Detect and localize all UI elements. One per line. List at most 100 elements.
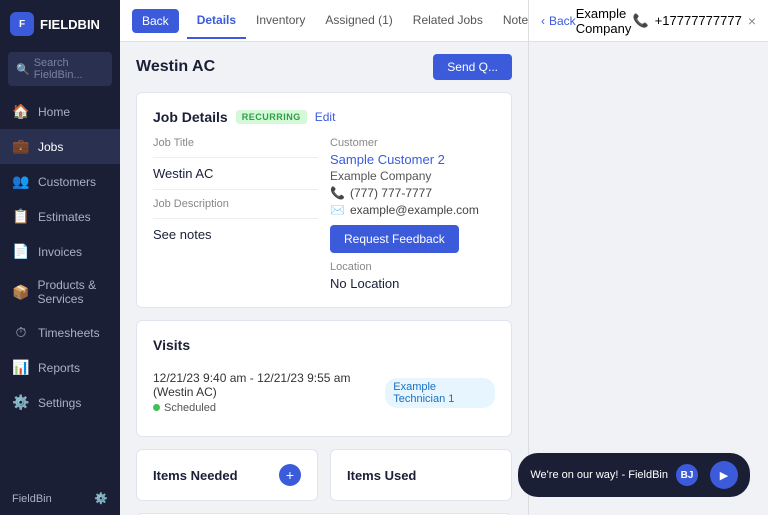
tab-inventory[interactable]: Inventory	[246, 3, 315, 39]
tab-related-jobs[interactable]: Related Jobs	[403, 3, 493, 39]
job-details-title: Job Details RECURRING Edit	[153, 109, 495, 125]
right-panel-close-button[interactable]: ×	[748, 13, 756, 29]
customer-label: Customer	[330, 137, 495, 149]
request-feedback-button[interactable]: Request Feedback	[330, 225, 459, 253]
items-used-card: Items Used	[330, 449, 512, 501]
right-panel-body	[529, 42, 768, 515]
sidebar: F FIELDBIN 🔍 Search FieldBin... 🏠 Home 💼…	[0, 0, 120, 515]
customer-name[interactable]: Sample Customer 2	[330, 152, 495, 167]
estimates-icon: 📋	[12, 208, 30, 225]
items-row: Items Needed + Items Used	[136, 449, 512, 501]
sidebar-item-label: Customers	[38, 175, 96, 189]
visit-row: 12/21/23 9:40 am - 12/21/23 9:55 am (Wes…	[153, 365, 495, 420]
edit-link[interactable]: Edit	[315, 110, 336, 124]
page-title: Westin AC	[136, 58, 215, 76]
search-icon: 🔍	[16, 63, 30, 76]
sidebar-item-label: Estimates	[38, 210, 91, 224]
sidebar-item-label: Timesheets	[38, 326, 100, 340]
items-needed-title: Items Needed	[153, 468, 238, 483]
back-label: Back	[549, 14, 576, 28]
search-bar[interactable]: 🔍 Search FieldBin...	[8, 52, 112, 86]
chevron-left-icon: ‹	[541, 14, 545, 28]
sidebar-item-customers[interactable]: 👥 Customers	[0, 164, 120, 199]
sidebar-item-settings[interactable]: ⚙️ Settings	[0, 385, 120, 420]
job-title-label: Job Title	[153, 137, 318, 149]
send-button[interactable]: Send Q...	[433, 54, 512, 80]
page-title-row: Westin AC Send Q...	[136, 54, 512, 80]
main-area: Back Details Inventory Assigned (1) Rela…	[120, 0, 528, 515]
customers-icon: 👥	[12, 173, 30, 190]
sidebar-item-label: Products & Services	[37, 278, 108, 306]
visits-title: Visits	[153, 337, 495, 353]
customer-phone: (777) 777-7777	[350, 186, 432, 200]
technician-badge: Example Technician 1	[385, 378, 495, 408]
tab-notes[interactable]: Notes (1)	[493, 3, 528, 39]
email-icon: ✉️	[330, 203, 345, 217]
chat-send-button[interactable]: ▶	[710, 461, 738, 489]
sidebar-item-label: Reports	[38, 361, 80, 375]
timesheets-icon: ⏱	[12, 324, 30, 341]
job-details-grid: Job Title Westin AC Job Description See …	[153, 137, 495, 291]
jobs-icon: 💼	[12, 138, 30, 155]
reports-icon: 📊	[12, 359, 30, 376]
back-button[interactable]: Back	[132, 9, 179, 33]
chat-label: We're on our way! - FieldBin	[530, 469, 668, 481]
job-details-card: Job Details RECURRING Edit Job Title Wes…	[136, 92, 512, 308]
visits-card: Visits 12/21/23 9:40 am - 12/21/23 9:55 …	[136, 320, 512, 437]
logo-text: FIELDBIN	[40, 17, 100, 32]
right-panel-center: Example Company	[576, 6, 633, 36]
tab-details[interactable]: Details	[187, 3, 246, 39]
search-placeholder: Search FieldBin...	[34, 57, 104, 81]
sidebar-item-label: Jobs	[38, 140, 63, 154]
visit-status: Scheduled	[153, 402, 216, 414]
visit-time: 12/21/23 9:40 am - 12/21/23 9:55 am (Wes…	[153, 371, 385, 399]
page-content: Westin AC Send Q... Job Details RECURRIN…	[120, 42, 528, 515]
logo-icon: F	[10, 12, 34, 36]
right-panel-phone-close: 📞 +17777777777 ×	[633, 13, 757, 29]
sidebar-item-home[interactable]: 🏠 Home	[0, 94, 120, 129]
sidebar-settings-icon[interactable]: ⚙️	[94, 492, 108, 505]
settings-icon: ⚙️	[12, 394, 30, 411]
job-title-section: Job Title Westin AC Job Description See …	[153, 137, 318, 291]
status-dot	[153, 404, 160, 411]
job-title-value: Westin AC	[153, 166, 318, 181]
sidebar-item-jobs[interactable]: 💼 Jobs	[0, 129, 120, 164]
location-label: Location	[330, 261, 495, 273]
customer-section: Customer Sample Customer 2 Example Compa…	[330, 137, 495, 291]
customer-phone-row: 📞 (777) 777-7777	[330, 186, 495, 200]
right-panel: ‹ Back Example Company 📞 +17777777777 ×	[528, 0, 768, 515]
logo: F FIELDBIN	[0, 0, 120, 48]
add-item-needed-button[interactable]: +	[279, 464, 301, 486]
items-used-title: Items Used	[347, 468, 416, 483]
customer-company: Example Company	[330, 169, 495, 183]
chat-avatar: BJ	[676, 464, 698, 486]
phone-icon: 📞	[330, 186, 345, 200]
items-needed-card: Items Needed +	[136, 449, 318, 501]
sidebar-item-products[interactable]: 📦 Products & Services	[0, 269, 120, 315]
sidebar-bottom-label: FieldBin	[12, 493, 52, 505]
phone-icon-right: 📞	[633, 13, 649, 29]
home-icon: 🏠	[12, 103, 30, 120]
job-description-label: Job Description	[153, 198, 318, 210]
customer-email: example@example.com	[350, 203, 479, 217]
visit-info: 12/21/23 9:40 am - 12/21/23 9:55 am (Wes…	[153, 371, 385, 414]
recurring-badge: RECURRING	[236, 110, 307, 124]
sidebar-bottom: FieldBin ⚙️	[0, 482, 120, 515]
job-details-label: Job Details	[153, 109, 228, 125]
products-icon: 📦	[12, 284, 29, 301]
right-panel-company: Example Company	[576, 6, 633, 36]
chat-bubble[interactable]: We're on our way! - FieldBin BJ ▶	[518, 453, 750, 497]
location-value: No Location	[330, 276, 495, 291]
invoices-icon: 📄	[12, 243, 30, 260]
right-panel-back-button[interactable]: ‹ Back	[541, 14, 576, 28]
top-nav: Back Details Inventory Assigned (1) Rela…	[120, 0, 528, 42]
send-icon: ▶	[720, 469, 728, 482]
sidebar-item-invoices[interactable]: 📄 Invoices	[0, 234, 120, 269]
sidebar-item-reports[interactable]: 📊 Reports	[0, 350, 120, 385]
tab-assigned[interactable]: Assigned (1)	[315, 3, 402, 39]
sidebar-item-label: Home	[38, 105, 70, 119]
right-panel-header: ‹ Back Example Company 📞 +17777777777 ×	[529, 0, 768, 42]
customer-email-row: ✉️ example@example.com	[330, 203, 495, 217]
sidebar-item-estimates[interactable]: 📋 Estimates	[0, 199, 120, 234]
sidebar-item-timesheets[interactable]: ⏱ Timesheets	[0, 315, 120, 350]
